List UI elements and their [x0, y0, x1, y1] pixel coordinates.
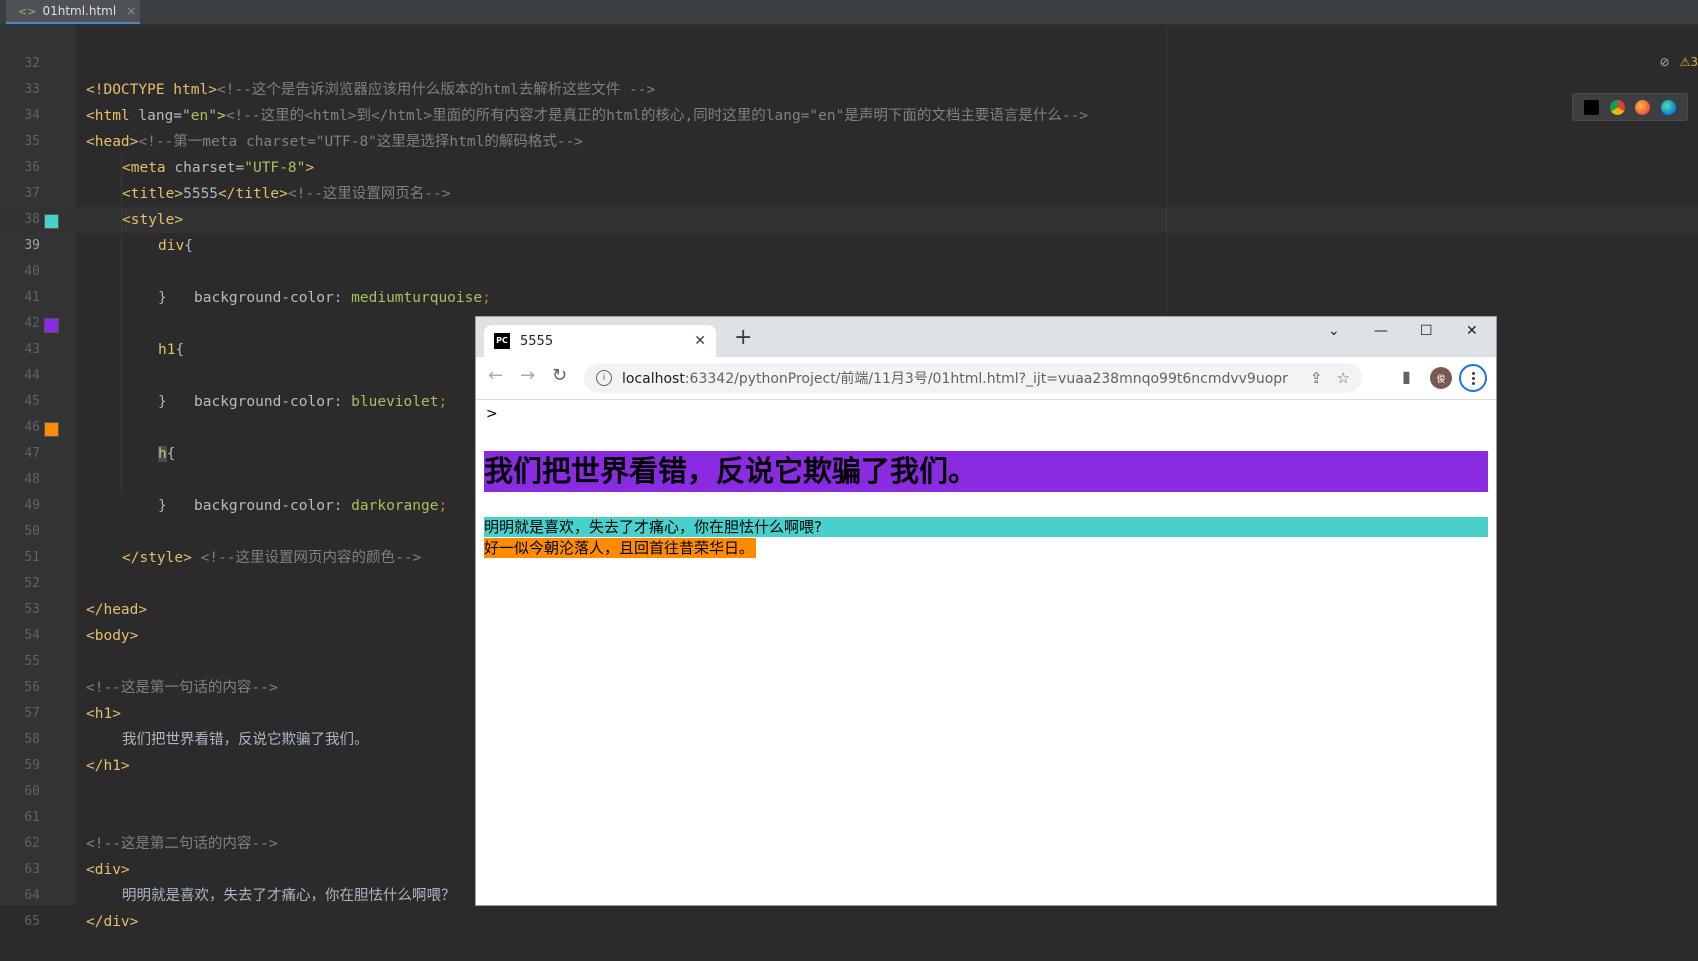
browser-tab-title: 5555 [520, 333, 554, 349]
forward-icon[interactable]: → [520, 367, 535, 385]
color-swatch-blueviolet[interactable] [44, 318, 59, 333]
color-swatch-mediumturquoise[interactable] [44, 214, 59, 229]
site-info-icon[interactable]: i [596, 370, 612, 386]
page-heading-h1: 我们把世界看错，反说它欺骗了我们。 [484, 451, 1488, 492]
address-bar[interactable]: i localhost:63342/pythonProject/前端/11月3号… [584, 363, 1362, 393]
code-line: 32 <!DOCTYPE html><!--这个是告诉浏览器应该用什么版本的ht… [0, 25, 1698, 98]
code-line: 38 div{ [0, 181, 1698, 254]
close-window-icon[interactable]: ✕ [1466, 323, 1478, 339]
new-tab-button[interactable]: + [734, 327, 752, 349]
minimize-icon[interactable]: — [1374, 323, 1388, 339]
code-line: 37 <style> [0, 155, 1698, 228]
share-icon[interactable]: ⇪ [1310, 369, 1323, 387]
editor-tab-label: 01html.html [42, 4, 117, 18]
close-tab-icon[interactable]: ✕ [694, 333, 706, 349]
browser-tab[interactable]: PC 5555 ✕ [484, 325, 716, 357]
page-div-text: 明明就是喜欢，失去了才痛心，你在胆怯什么啊喂? [484, 517, 1488, 537]
browser-menu-icon[interactable] [1459, 364, 1487, 392]
color-swatch-darkorange[interactable] [44, 422, 59, 437]
page-h-text: 好一似今朝沦落人，且回首往昔荣华日。 [484, 538, 757, 558]
code-line: 41 [0, 259, 1698, 305]
profile-avatar[interactable]: 俊 [1430, 367, 1452, 389]
browser-toolbar: ← → ↻ i localhost:63342/pythonProject/前端… [476, 357, 1496, 400]
stray-text: > [486, 406, 498, 422]
code-line: 35 <meta charset="UTF-8"> [0, 103, 1698, 176]
code-line: 36 <title>5555</title><!--这里设置网页名--> [0, 129, 1698, 202]
editor-tab-bar: <> 01html.html × [0, 0, 1698, 25]
code-token: </div> [86, 914, 139, 930]
code-line: 40 } [0, 233, 1698, 306]
close-icon[interactable]: × [126, 4, 136, 18]
line-number: 65 [24, 914, 40, 929]
code-line: 33 <html lang="en"><!--这里的<html>到</html>… [0, 51, 1698, 124]
editor-tab-01html[interactable]: <> 01html.html × [6, 0, 140, 24]
side-panel-icon[interactable]: ▮ [1402, 369, 1411, 385]
reload-icon[interactable]: ↻ [552, 367, 567, 385]
tab-search-chevron-icon[interactable]: ⌄ [1328, 323, 1340, 339]
code-line: 34 <head><!--第一meta charset="UTF-8"这里是选择… [0, 77, 1698, 150]
pycharm-favicon-icon: PC [494, 333, 510, 349]
maximize-icon[interactable]: ☐ [1420, 323, 1433, 339]
bookmark-star-icon[interactable]: ☆ [1337, 369, 1350, 387]
code-line: 39 background-color: mediumturquoise; [0, 207, 1698, 306]
page-viewport: > 我们把世界看错，反说它欺骗了我们。 明明就是喜欢，失去了才痛心，你在胆怯什么… [476, 400, 1496, 905]
code-line: 42 h1{ [0, 285, 1698, 358]
url-text[interactable]: localhost:63342/pythonProject/前端/11月3号/0… [622, 368, 1296, 388]
back-icon[interactable]: ← [488, 367, 503, 385]
browser-window: PC 5555 ✕ + ⌄ — ☐ ✕ ← → ↻ i localhost:63… [476, 317, 1496, 905]
browser-tab-strip: PC 5555 ✕ + ⌄ — ☐ ✕ [476, 317, 1496, 357]
html-file-icon: <> [18, 4, 37, 18]
